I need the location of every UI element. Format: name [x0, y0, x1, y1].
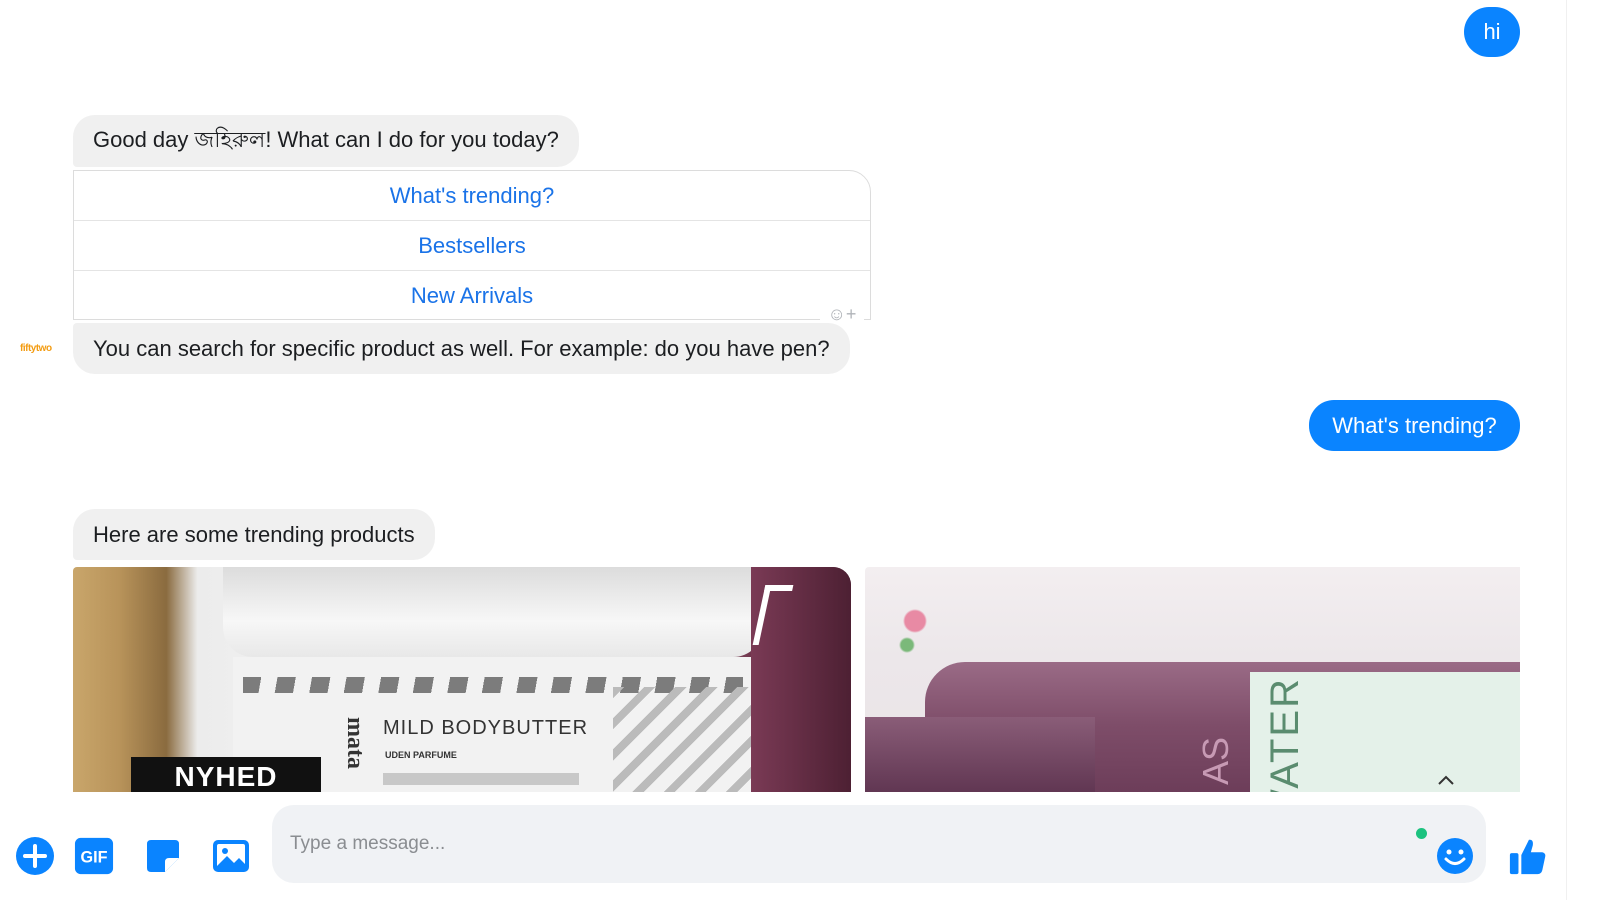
- message-text: Good day জহিরুল! What can I do for you t…: [93, 126, 559, 152]
- quick-replies-card: What's trending? Bestsellers New Arrival…: [73, 170, 871, 320]
- add-reaction-icon[interactable]: ☺+: [820, 303, 864, 325]
- add-icon[interactable]: [15, 836, 55, 876]
- outgoing-message-whats-trending: What's trending?: [1309, 400, 1520, 451]
- message-text: hi: [1483, 19, 1501, 44]
- message-text: You can search for specific product as w…: [93, 335, 830, 361]
- jar-diagonal-stripes: [613, 687, 753, 792]
- active-status-dot: [1416, 828, 1427, 839]
- chevron-up-icon[interactable]: [1436, 770, 1456, 790]
- flower-decoration: [895, 597, 935, 657]
- thumbs-up-icon[interactable]: [1508, 836, 1548, 876]
- gif-icon[interactable]: GIF: [74, 836, 114, 876]
- jar-lid: [223, 567, 763, 657]
- incoming-message-search-hint: You can search for specific product as w…: [73, 323, 850, 374]
- sticker-icon[interactable]: [143, 836, 183, 876]
- bottle-text-water: WATER: [1263, 677, 1307, 792]
- new-badge: NYHED: [131, 757, 321, 792]
- product-brand-text: mata: [342, 717, 368, 769]
- product-sub-text: UDEN PARFUME: [385, 750, 457, 760]
- emoji-icon[interactable]: [1435, 836, 1475, 876]
- quick-reply-whats-trending[interactable]: What's trending?: [74, 171, 870, 221]
- message-input[interactable]: [272, 805, 1486, 883]
- product-card-image-2[interactable]: AS WATER: [865, 567, 1520, 792]
- outgoing-message-hi: hi: [1464, 7, 1520, 57]
- jar-label-bar: [383, 773, 579, 785]
- sender-avatar: fiftytwo: [20, 343, 52, 354]
- product-card-image-1[interactable]: mata MILD BODYBUTTER UDEN PARFUME NYHED: [73, 567, 851, 792]
- quick-reply-bestsellers[interactable]: Bestsellers: [74, 221, 870, 271]
- product-name-text: MILD BODYBUTTER: [383, 717, 589, 739]
- incoming-message-greeting: Good day জহিরুল! What can I do for you t…: [73, 115, 579, 167]
- bottle-text-as: AS: [1195, 737, 1236, 786]
- gif-label: GIF: [81, 849, 108, 867]
- bottle-cap: [865, 717, 1095, 792]
- message-text: What's trending?: [1332, 412, 1497, 438]
- incoming-message-trending-intro: Here are some trending products: [73, 509, 435, 560]
- message-text: Here are some trending products: [93, 521, 415, 547]
- scrollbar-track[interactable]: [1566, 0, 1600, 900]
- image-icon[interactable]: [211, 836, 251, 876]
- quick-reply-new-arrivals[interactable]: New Arrivals: [74, 271, 870, 319]
